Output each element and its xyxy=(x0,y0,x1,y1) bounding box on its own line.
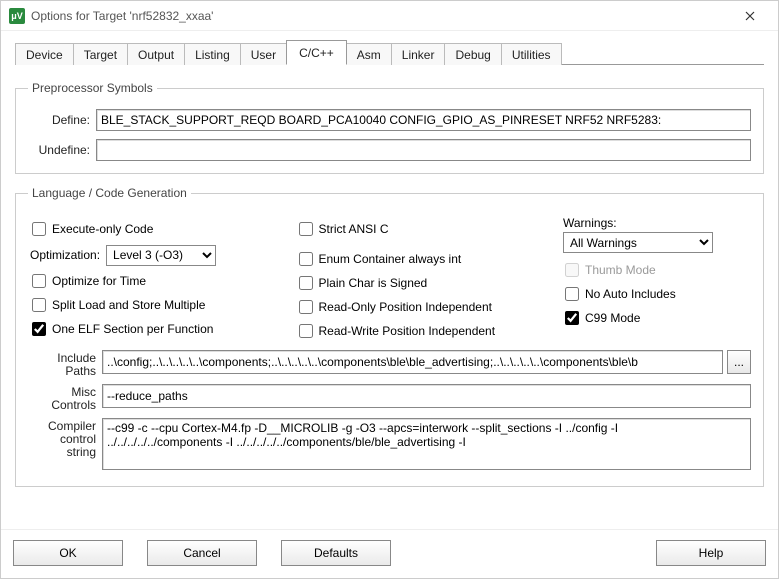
tab-device[interactable]: Device xyxy=(15,43,74,65)
chk-no-auto-inc[interactable] xyxy=(565,287,579,301)
undefine-input[interactable] xyxy=(96,139,751,161)
misc-controls-input[interactable] xyxy=(102,384,751,408)
include-paths-input[interactable] xyxy=(102,350,723,374)
help-button[interactable]: Help xyxy=(656,540,766,566)
compiler-control-label: Compiler control string xyxy=(28,418,96,459)
chk-execute-only[interactable] xyxy=(32,222,46,236)
define-label: Define: xyxy=(28,113,90,127)
misc-controls-label: Misc Controls xyxy=(28,384,96,412)
titlebar[interactable]: μV Options for Target 'nrf52832_xxaa' xyxy=(1,1,778,31)
tab-listing[interactable]: Listing xyxy=(184,43,241,65)
chk-strict-ansi-label: Strict ANSI C xyxy=(319,222,389,236)
tab-user[interactable]: User xyxy=(240,43,287,65)
lang-col-1: Execute-only Code Optimization: Level 3 … xyxy=(28,214,275,346)
ok-button[interactable]: OK xyxy=(13,540,123,566)
window-title: Options for Target 'nrf52832_xxaa' xyxy=(31,9,730,23)
chk-one-elf[interactable] xyxy=(32,322,46,336)
tab-target[interactable]: Target xyxy=(73,43,128,65)
chk-rw-pi-label: Read-Write Position Independent xyxy=(319,324,496,338)
chk-ro-pi[interactable] xyxy=(299,300,313,314)
tab-c-cpp[interactable]: C/C++ xyxy=(286,40,347,65)
include-paths-label: Include Paths xyxy=(28,350,96,378)
defaults-button[interactable]: Defaults xyxy=(281,540,391,566)
tab-utilities[interactable]: Utilities xyxy=(501,43,562,65)
button-row: OK Cancel Defaults Help xyxy=(1,529,778,578)
chk-thumb-mode-label: Thumb Mode xyxy=(585,263,656,277)
chk-c99-mode[interactable] xyxy=(565,311,579,325)
lang-col-2: Strict ANSI C Enum Container always int … xyxy=(295,214,542,346)
chk-no-auto-inc-label: No Auto Includes xyxy=(585,287,676,301)
optimization-label: Optimization: xyxy=(30,248,100,262)
lang-col-3: Warnings: All Warnings Thumb Mode No Aut… xyxy=(561,214,751,346)
define-input[interactable] xyxy=(96,109,751,131)
tab-strip: Device Target Output Listing User C/C++ … xyxy=(15,41,764,65)
undefine-label: Undefine: xyxy=(28,143,90,157)
group-preprocessor: Preprocessor Symbols Define: Undefine: xyxy=(15,81,764,174)
cancel-button[interactable]: Cancel xyxy=(147,540,257,566)
warnings-select[interactable]: All Warnings xyxy=(563,232,713,253)
chk-thumb-mode xyxy=(565,263,579,277)
include-paths-browse-button[interactable]: ... xyxy=(727,350,751,374)
chk-split-load-label: Split Load and Store Multiple xyxy=(52,298,205,312)
chk-plain-char-label: Plain Char is Signed xyxy=(319,276,428,290)
dialog-body: Device Target Output Listing User C/C++ … xyxy=(1,31,778,529)
tab-output[interactable]: Output xyxy=(127,43,185,65)
app-icon: μV xyxy=(9,8,25,24)
chk-split-load[interactable] xyxy=(32,298,46,312)
close-icon[interactable] xyxy=(730,2,770,30)
chk-plain-char[interactable] xyxy=(299,276,313,290)
tab-asm[interactable]: Asm xyxy=(346,43,392,65)
compiler-control-string[interactable] xyxy=(102,418,751,470)
chk-optimize-time[interactable] xyxy=(32,274,46,288)
group-language: Language / Code Generation Execute-only … xyxy=(15,186,764,487)
chk-ro-pi-label: Read-Only Position Independent xyxy=(319,300,492,314)
chk-optimize-time-label: Optimize for Time xyxy=(52,274,146,288)
chk-enum-int-label: Enum Container always int xyxy=(319,252,462,266)
dialog-window: μV Options for Target 'nrf52832_xxaa' De… xyxy=(0,0,779,579)
group-preprocessor-legend: Preprocessor Symbols xyxy=(28,81,157,95)
chk-c99-mode-label: C99 Mode xyxy=(585,311,640,325)
tab-linker[interactable]: Linker xyxy=(391,43,446,65)
warnings-label: Warnings: xyxy=(563,216,751,230)
optimization-select[interactable]: Level 3 (-O3) xyxy=(106,245,216,266)
group-language-legend: Language / Code Generation xyxy=(28,186,191,200)
chk-strict-ansi[interactable] xyxy=(299,222,313,236)
tab-debug[interactable]: Debug xyxy=(444,43,501,65)
chk-execute-only-label: Execute-only Code xyxy=(52,222,153,236)
paths-block: Include Paths ... Misc Controls Compiler… xyxy=(28,350,751,470)
chk-rw-pi[interactable] xyxy=(299,324,313,338)
chk-one-elf-label: One ELF Section per Function xyxy=(52,322,213,336)
chk-enum-int[interactable] xyxy=(299,252,313,266)
